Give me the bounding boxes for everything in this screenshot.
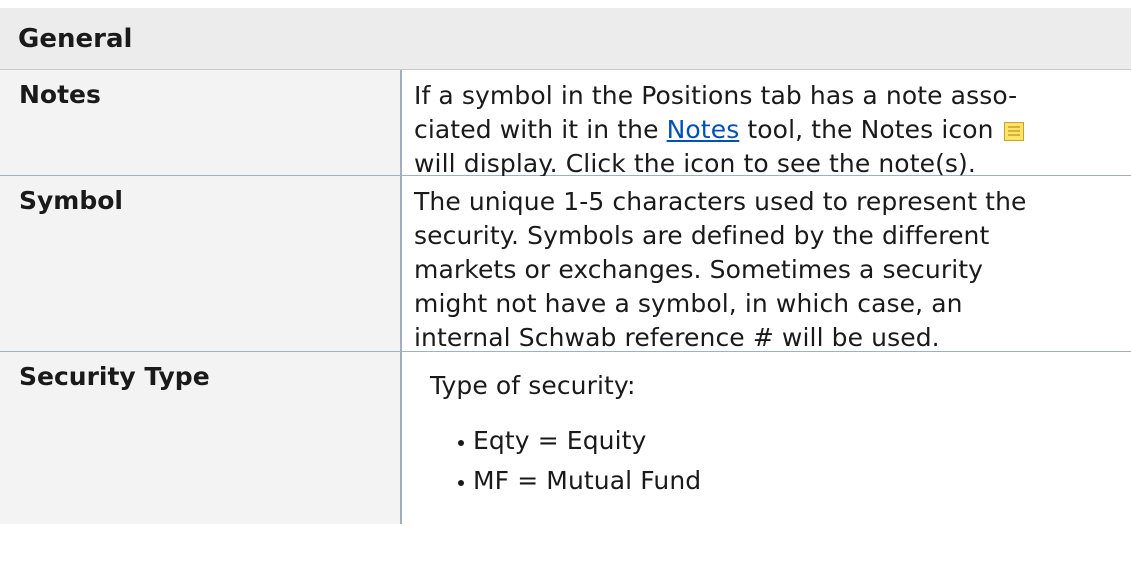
desc-notes-text-b: tool, the Notes icon — [739, 115, 994, 144]
desc-symbol-line: might not have a symbol, in which case, … — [414, 289, 963, 318]
list-item: MF = Mutual Fund — [458, 461, 1131, 501]
desc-symbol: The unique 1-5 characters used to repres… — [402, 176, 1131, 352]
desc-notes: If a symbol in the Positions tab has a n… — [402, 70, 1131, 178]
desc-notes-line-2: ciated with it in the Notes tool, the No… — [414, 113, 1131, 147]
section-header-general: General — [0, 8, 1131, 70]
term-security-type: Security Type — [0, 352, 402, 524]
term-symbol: Symbol — [0, 176, 402, 351]
term-notes: Notes — [0, 70, 402, 175]
top-spacer — [0, 0, 1131, 8]
list-item: Eqty = Equity — [458, 421, 1131, 461]
table-row-notes: Notes If a symbol in the Positions tab h… — [0, 70, 1131, 178]
table-row-symbol: Symbol The unique 1-5 characters used to… — [0, 176, 1131, 352]
desc-security-type: Type of security: Eqty = Equity MF = Mut… — [402, 352, 1131, 524]
desc-symbol-line: markets or exchanges. Sometimes a securi… — [414, 255, 984, 284]
desc-notes-text-a: ciated with it in the — [414, 115, 667, 144]
section-title: General — [18, 23, 133, 54]
notes-tool-link[interactable]: Notes — [667, 115, 740, 144]
desc-symbol-line: internal Schwab reference # will be used… — [414, 323, 940, 352]
desc-security-type-text: Type of security: — [430, 371, 636, 400]
desc-symbol-line: The unique 1-5 characters used to repres… — [414, 187, 1027, 216]
desc-notes-line-1: If a symbol in the Positions tab has a n… — [414, 81, 1018, 110]
security-type-list: Eqty = Equity MF = Mutual Fund — [430, 421, 1131, 501]
table-row-security-type: Security Type Type of security: Eqty = E… — [0, 352, 1131, 524]
desc-symbol-line: security. Symbols are defined by the dif… — [414, 221, 990, 250]
notes-icon — [1003, 116, 1024, 141]
fields-table: General Notes If a symbol in the Positio… — [0, 0, 1131, 524]
